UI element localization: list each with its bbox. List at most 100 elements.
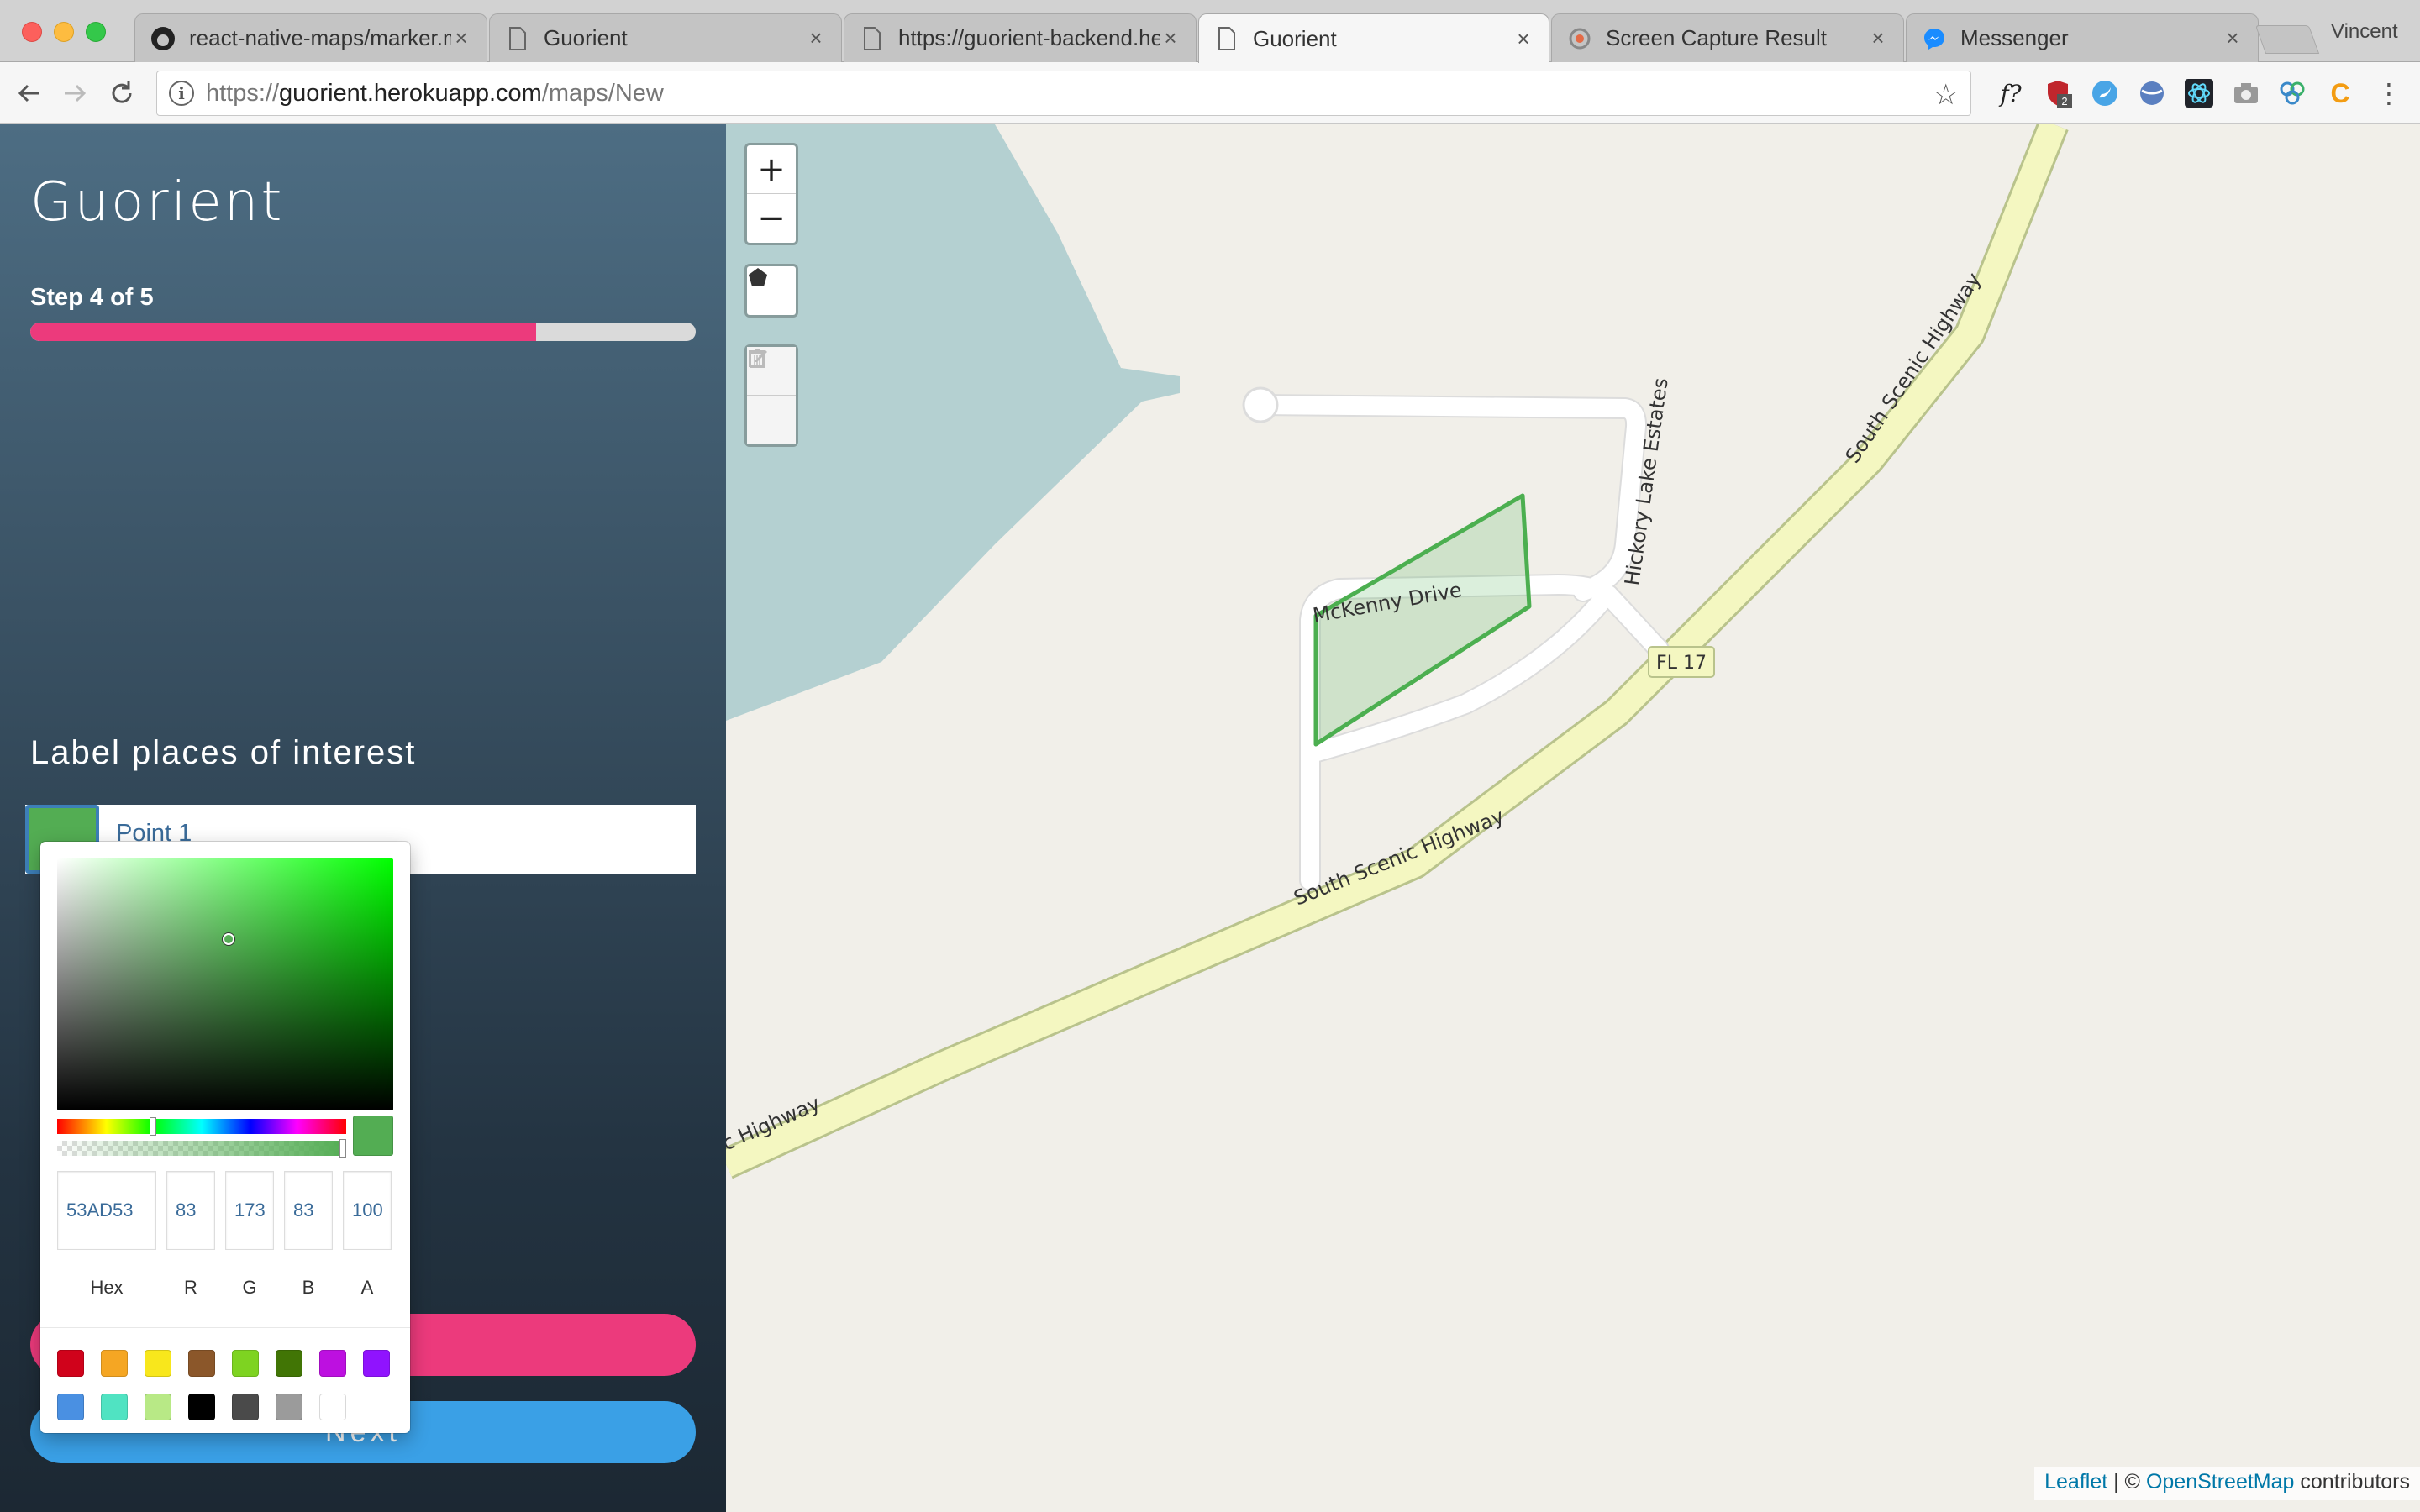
zoom-out-button[interactable]: − [747,194,796,243]
red-input[interactable]: 83 [166,1171,215,1250]
url-text: https://guorient.herokuapp.com/maps/New [206,79,664,107]
profile-name[interactable]: Vincent [2331,20,2398,44]
section-heading: Label places of interest [30,734,417,771]
page-icon [505,26,530,51]
preset-swatch[interactable] [319,1350,346,1377]
alpha-slider[interactable] [57,1139,346,1158]
new-tab-button[interactable] [2254,25,2320,54]
leaflet-link[interactable]: Leaflet [2044,1470,2107,1494]
hue-slider[interactable] [57,1117,346,1136]
shield-extension-icon[interactable]: 2 [2042,77,2074,109]
green-input[interactable]: 173 [225,1171,274,1250]
svg-text:2: 2 [2061,95,2067,108]
tab-close-icon[interactable]: × [1513,26,1534,52]
browser-tab-1[interactable]: react-native-maps/marker.m × [134,13,487,62]
browser-tab-5[interactable]: Screen Capture Result × [1551,13,1904,62]
tab-close-icon[interactable]: × [806,25,826,51]
color-picker-popover: 53AD53 83 173 83 100 Hex R G B A [40,842,410,1433]
preset-swatch[interactable] [145,1350,171,1377]
react-devtools-icon[interactable] [2183,77,2215,109]
delete-layers-icon[interactable] [747,349,796,444]
tab-close-icon[interactable]: × [2223,25,2243,51]
site-info-icon[interactable]: i [169,81,194,106]
browser-tab-6[interactable]: Messenger × [1906,13,2259,62]
preset-swatch[interactable] [232,1350,259,1377]
alpha-slider-handle[interactable] [339,1139,346,1158]
preset-swatch[interactable] [145,1394,171,1420]
preset-swatch[interactable] [363,1350,390,1377]
map-attribution: Leaflet | © OpenStreetMap contributors [2034,1467,2420,1500]
reload-icon[interactable] [104,76,139,111]
preset-swatches [40,1327,410,1420]
draw-control [744,264,798,318]
south-scenic-highway-label-2: South Scenic Highway [1841,268,1986,467]
preset-swatch[interactable] [101,1350,128,1377]
tab-close-icon[interactable]: × [451,25,471,51]
saturation-area[interactable] [57,858,393,1110]
c-extension-icon[interactable]: C [2324,77,2356,109]
address-bar[interactable]: i https://guorient.herokuapp.com/maps/Ne… [156,71,1971,116]
preset-swatch[interactable] [188,1394,215,1420]
font-finder-extension-icon[interactable]: f? [1995,77,2027,109]
step-progress-fill [30,323,536,341]
tab-title: Messenger [1960,25,2069,50]
browser-tab-3[interactable]: https://guorient-backend.he × [844,13,1197,62]
tab-title: Guorient [544,25,628,50]
preset-swatch[interactable] [188,1350,215,1377]
window-close-button[interactable] [22,22,42,42]
browser-tab-4-active[interactable]: Guorient × [1198,13,1549,63]
blue-input[interactable]: 83 [284,1171,333,1250]
forward-icon[interactable] [57,76,92,111]
draw-polygon-icon[interactable] [747,266,796,315]
red-label: R [184,1277,197,1298]
blue-label: B [302,1277,315,1298]
color-preview-swatch [353,1116,393,1156]
step-progress-bar [30,323,696,341]
cul-de-sac [1242,386,1279,423]
preset-swatch[interactable] [101,1394,128,1420]
browser-toolbar: i https://guorient.herokuapp.com/maps/Ne… [0,62,2420,124]
preset-swatch[interactable] [57,1394,84,1420]
window-minimize-button[interactable] [54,22,74,42]
preset-swatch[interactable] [57,1350,84,1377]
preset-swatch[interactable] [232,1394,259,1420]
tab-title: Screen Capture Result [1606,25,1828,50]
openstreetmap-link[interactable]: OpenStreetMap [2146,1470,2295,1494]
back-icon[interactable] [12,76,47,111]
alpha-input[interactable]: 100 [343,1171,392,1250]
zoom-control: + − [744,143,798,245]
hex-input[interactable]: 53AD53 [57,1171,156,1250]
camera-extension-icon[interactable] [2230,77,2262,109]
south-scenic-highway-label-1: South Scenic Highway [1291,805,1507,911]
messenger-icon [1922,26,1947,51]
hex-label: Hex [90,1277,124,1298]
tab-title: Guorient [1253,25,1337,51]
globe-extension-icon[interactable] [2136,77,2168,109]
bird-extension-icon[interactable] [2089,77,2121,109]
map-tiles: McKenny Drive Hickory Lake Estates South… [726,124,2069,1179]
browser-tab-2[interactable]: Guorient × [489,13,842,62]
tab-close-icon[interactable]: × [1160,25,1181,51]
window-maximize-button[interactable] [86,22,106,42]
green-label: G [242,1277,257,1298]
fl17-shield-label: FL 17 [1656,653,1707,674]
saturation-cursor[interactable] [223,933,234,945]
capture-icon [1567,26,1592,51]
page-icon [860,26,885,51]
edit-control [744,344,798,447]
menu-dots-icon[interactable]: ⋮ [2373,77,2405,109]
page-icon [1214,26,1239,51]
map-view[interactable]: McKenny Drive Hickory Lake Estates South… [726,124,2420,1512]
tab-title: react-native-maps/marker.m [189,25,451,50]
app-title: Guorient [30,171,285,234]
browser-tab-bar: react-native-maps/marker.m × Guorient × … [0,0,2420,63]
tab-close-icon[interactable]: × [1868,25,1888,51]
preset-swatch[interactable] [276,1394,302,1420]
preset-swatch[interactable] [319,1394,346,1420]
molecule-extension-icon[interactable] [2277,77,2309,109]
bookmark-star-icon[interactable]: ☆ [1933,78,1959,112]
step-label: Step 4 of 5 [30,284,154,311]
preset-swatch[interactable] [276,1350,302,1377]
hue-slider-handle[interactable] [149,1117,156,1136]
zoom-in-button[interactable]: + [747,145,796,194]
